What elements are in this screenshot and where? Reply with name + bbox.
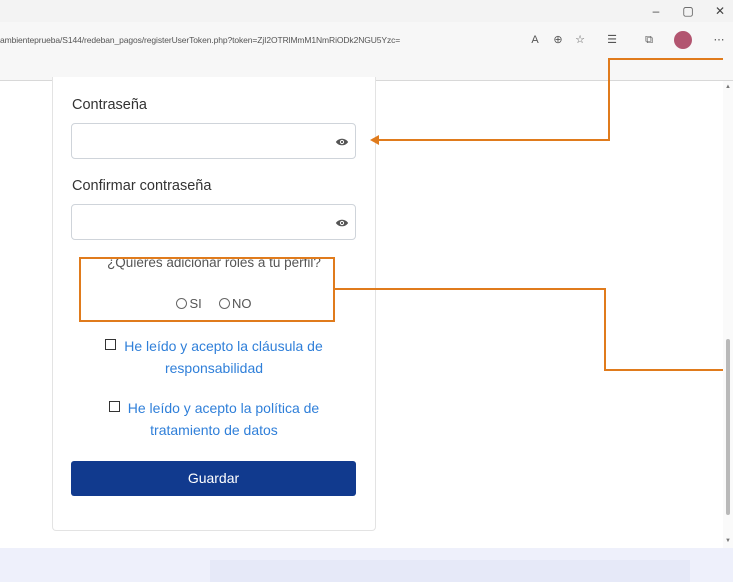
terms-link-line1[interactable]: He leído y acepto la cláusula de xyxy=(124,338,322,354)
url-field[interactable]: ambienteprueba/S144/redeban_pagos/regist… xyxy=(0,32,520,48)
address-bar: ambienteprueba/S144/redeban_pagos/regist… xyxy=(0,22,733,58)
annotation-connector xyxy=(604,369,723,371)
close-button[interactable]: ✕ xyxy=(707,3,733,19)
annotation-arrowhead xyxy=(370,135,379,145)
confirm-password-label: Confirmar contraseña xyxy=(72,178,212,194)
minimize-button[interactable]: – xyxy=(643,3,669,19)
privacy-link-line2[interactable]: tratamiento de datos xyxy=(150,422,278,438)
terms-checkbox-row[interactable]: He leído y acepto la cláusula de respons… xyxy=(53,335,375,379)
terms-link-line2[interactable]: responsabilidad xyxy=(165,360,263,376)
profile-avatar[interactable] xyxy=(674,31,692,49)
page-footer xyxy=(0,548,733,582)
eye-icon[interactable] xyxy=(335,135,349,149)
annotation-arrow-line xyxy=(378,139,610,141)
scroll-down-arrow[interactable]: ▼ xyxy=(724,537,732,545)
annotation-connector xyxy=(604,288,606,371)
more-icon[interactable]: ⋯ xyxy=(711,32,727,48)
privacy-link-line1[interactable]: He leído y acepto la política de xyxy=(128,400,319,416)
terms-checkbox[interactable] xyxy=(105,339,117,350)
password-label: Contraseña xyxy=(72,97,147,113)
annotation-connector xyxy=(608,58,610,141)
restore-button[interactable]: ▢ xyxy=(675,3,701,19)
zoom-icon[interactable]: ⊕ xyxy=(550,32,566,48)
password-input[interactable] xyxy=(71,123,356,159)
roles-annotation-box xyxy=(79,257,335,322)
confirm-password-input[interactable] xyxy=(71,204,356,240)
scroll-thumb[interactable] xyxy=(726,339,730,515)
eye-icon[interactable] xyxy=(335,216,349,230)
privacy-checkbox[interactable] xyxy=(108,401,120,412)
favorites-icon[interactable]: ☰ xyxy=(604,32,620,48)
annotation-connector xyxy=(608,58,723,60)
read-aloud-icon[interactable]: A xyxy=(527,32,543,48)
privacy-checkbox-row[interactable]: He leído y acepto la política de tratami… xyxy=(53,397,375,441)
annotation-connector xyxy=(335,288,605,290)
scroll-up-arrow[interactable]: ▲ xyxy=(724,83,732,91)
collections-icon[interactable]: ⧉ xyxy=(641,32,657,48)
favorite-add-icon[interactable]: ☆ xyxy=(572,32,588,48)
vertical-scrollbar[interactable]: ▲ ▼ xyxy=(723,81,733,548)
window-titlebar: – ▢ ✕ xyxy=(0,0,733,22)
page-viewport: Contraseña Confirmar contraseña ¿Quieres… xyxy=(0,58,733,582)
footer-panel xyxy=(210,560,690,582)
save-button[interactable]: Guardar xyxy=(71,461,356,496)
